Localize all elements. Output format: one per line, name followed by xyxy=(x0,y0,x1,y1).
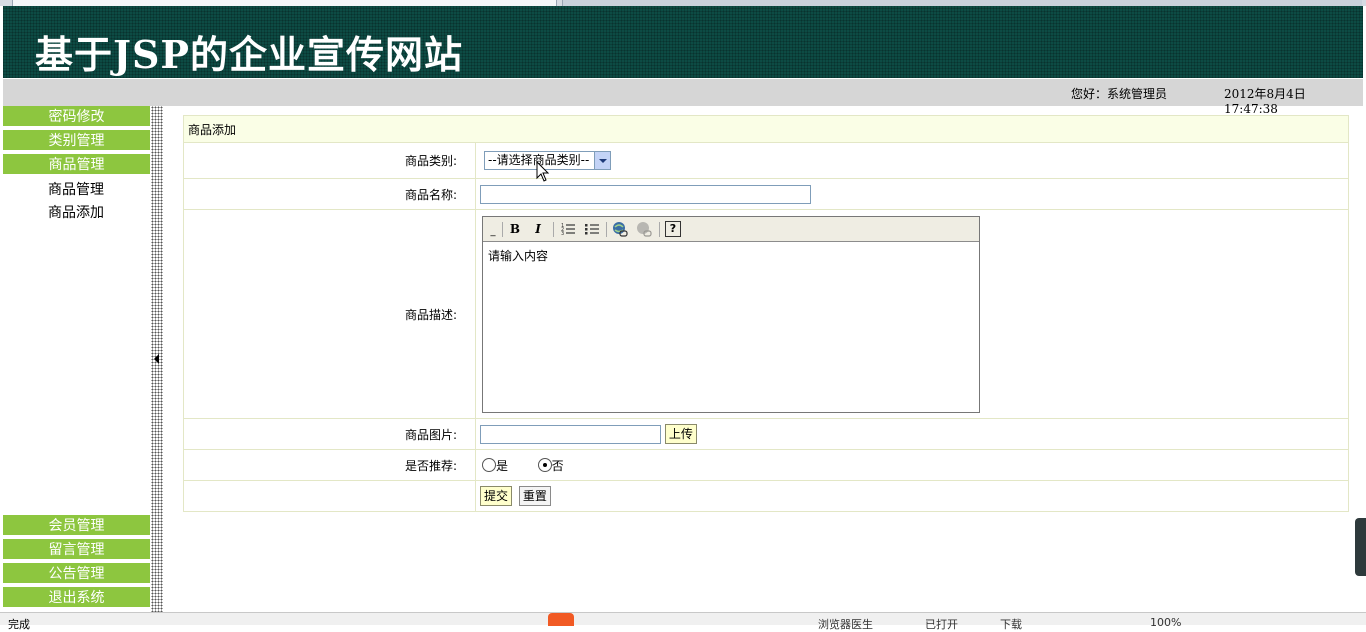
sidebar: 密码修改 类别管理 商品管理 商品管理 商品添加 会员管理 留言管理 公告管理 … xyxy=(3,106,150,612)
toolbar-separator xyxy=(659,221,660,237)
form-caption: 商品添加 xyxy=(183,115,1349,143)
submenu-product-add[interactable]: 商品添加 xyxy=(48,202,104,222)
editor-content[interactable]: 请输入内容 xyxy=(483,242,979,269)
unlink-icon[interactable] xyxy=(636,221,652,237)
collapse-arrow-icon[interactable] xyxy=(154,354,159,364)
recommend-yes-label: 是 xyxy=(496,458,509,473)
recommend-yes-radio[interactable] xyxy=(482,458,496,472)
recommend-label: 是否推荐: xyxy=(183,449,476,481)
site-title: 基于JSP的企业宣传网站 xyxy=(35,32,463,77)
recommend-no-label: 否 xyxy=(551,458,564,473)
product-add-form: 商品添加 商品类别: --请选择商品类别-- 商品名称: 商品描述: _ B I… xyxy=(183,115,1349,512)
menu-category-management[interactable]: 类别管理 xyxy=(3,130,150,152)
description-label: 商品描述: xyxy=(183,209,476,419)
sidebar-splitter[interactable] xyxy=(151,106,163,612)
ordered-list-icon[interactable]: 123 xyxy=(560,221,576,237)
user-greeting: 您好：系统管理员 xyxy=(1071,87,1168,101)
toolbar-separator xyxy=(502,221,503,237)
bold-button[interactable]: B xyxy=(507,221,523,237)
image-label: 商品图片: xyxy=(183,418,476,450)
menu-notice-management[interactable]: 公告管理 xyxy=(3,563,150,585)
mouse-cursor-icon xyxy=(536,161,550,182)
ime-toolbar[interactable] xyxy=(548,613,753,626)
submit-button[interactable]: 提交 xyxy=(480,486,513,506)
category-label: 商品类别: xyxy=(183,142,476,179)
status-text: 完成 xyxy=(8,618,30,631)
submenu-product-management[interactable]: 商品管理 xyxy=(48,179,104,199)
svg-text:3: 3 xyxy=(561,231,564,237)
browser-doctor-button[interactable]: 浏览器医生 xyxy=(818,616,873,632)
toolbar-grip-icon: _ xyxy=(490,225,496,237)
recommend-no-radio[interactable] xyxy=(537,458,552,472)
italic-button[interactable]: I xyxy=(530,221,546,237)
current-datetime: 2012年8月4日 17:47:38 xyxy=(1224,87,1306,116)
opened-button[interactable]: 已打开 xyxy=(925,616,958,632)
download-button[interactable]: 下载 xyxy=(1000,616,1022,632)
actions-label-cell xyxy=(183,480,476,512)
menu-message-management[interactable]: 留言管理 xyxy=(3,539,150,561)
ime-logo-icon xyxy=(548,613,574,626)
menu-logout[interactable]: 退出系统 xyxy=(3,587,150,609)
site-banner: 基于JSP的企业宣传网站 xyxy=(3,6,1363,78)
editor-toolbar: _ B I 123 ? xyxy=(483,216,979,242)
product-name-input[interactable] xyxy=(480,184,811,204)
toolbar-separator xyxy=(553,221,554,237)
reset-button[interactable]: 重置 xyxy=(518,486,551,506)
browser-status-bar: 完成 浏览器医生 已打开 下载 100% xyxy=(0,612,1366,631)
chevron-down-icon[interactable] xyxy=(594,152,610,169)
rich-text-editor[interactable]: _ B I 123 ? 请输入内容 xyxy=(482,215,980,413)
zoom-level[interactable]: 100% xyxy=(1150,616,1181,629)
toolbar-separator xyxy=(606,221,607,237)
upload-button[interactable]: 上传 xyxy=(664,424,697,444)
help-icon[interactable]: ? xyxy=(665,220,681,237)
greeting-bar: 您好：系统管理员 2012年8月4日 17:47:38 xyxy=(3,79,1363,116)
menu-password-change[interactable]: 密码修改 xyxy=(3,106,150,128)
menu-product-management[interactable]: 商品管理 xyxy=(3,154,150,176)
image-path-input[interactable] xyxy=(480,424,661,444)
unordered-list-icon[interactable] xyxy=(584,221,600,237)
insert-link-icon[interactable] xyxy=(612,221,628,237)
name-label: 商品名称: xyxy=(183,178,476,210)
menu-member-management[interactable]: 会员管理 xyxy=(3,515,150,537)
side-scroll-handle[interactable] xyxy=(1355,518,1366,576)
